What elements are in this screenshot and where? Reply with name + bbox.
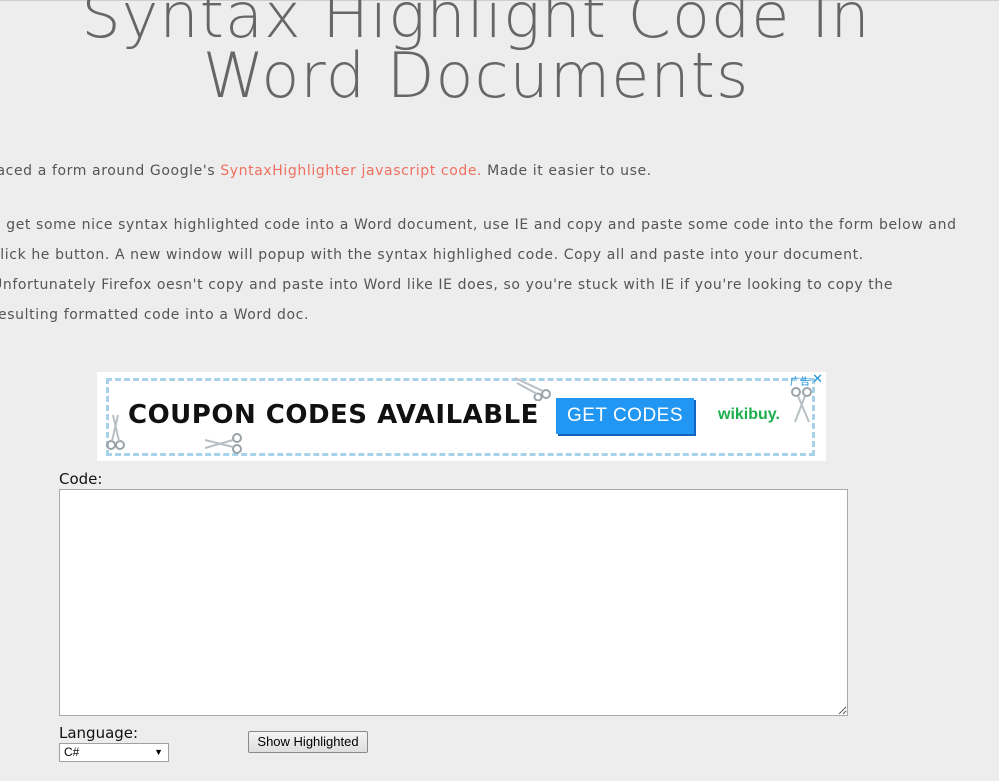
scissors-icon bbox=[106, 414, 125, 450]
syntaxhighlighter-link[interactable]: SyntaxHighlighter javascript code. bbox=[220, 163, 482, 179]
ad-headline: COUPON CODES AVAILABLE bbox=[128, 400, 539, 430]
language-label: Language: bbox=[59, 724, 139, 742]
page-title: Syntax Highlight Code In Word Documents bbox=[81, 0, 871, 112]
show-highlighted-button[interactable]: Show Highlighted bbox=[248, 731, 368, 753]
coupon-ad-banner[interactable]: COUPON CODES AVAILABLE GET CODES wikibuy… bbox=[97, 372, 826, 461]
page: Syntax Highlight Code In Word Documents … bbox=[0, 0, 999, 781]
ad-info-label[interactable]: 广告 bbox=[790, 373, 810, 388]
language-select[interactable]: C# ▼ bbox=[59, 743, 169, 762]
get-codes-button[interactable]: GET CODES bbox=[556, 398, 694, 434]
scissors-icon bbox=[514, 377, 551, 401]
close-icon[interactable]: ✕ bbox=[812, 372, 823, 387]
code-textarea[interactable] bbox=[59, 489, 848, 716]
language-selected-value: C# bbox=[64, 745, 80, 759]
dropdown-arrow-icon: ▼ bbox=[154, 747, 163, 757]
intro-paragraph: laced a form around Google's SyntaxHighl… bbox=[0, 161, 952, 181]
instructions-paragraph: o get some nice syntax highlighted code … bbox=[0, 217, 957, 323]
scissors-icon bbox=[791, 387, 812, 423]
scissors-icon bbox=[204, 433, 242, 454]
intro-text-before: laced a form around Google's bbox=[0, 163, 221, 179]
intro-text-after: Made it easier to use. bbox=[482, 163, 652, 179]
wikibuy-logo: wikibuy. bbox=[718, 406, 780, 423]
code-label: Code: bbox=[59, 470, 103, 488]
resize-grip-icon[interactable] bbox=[838, 706, 847, 715]
